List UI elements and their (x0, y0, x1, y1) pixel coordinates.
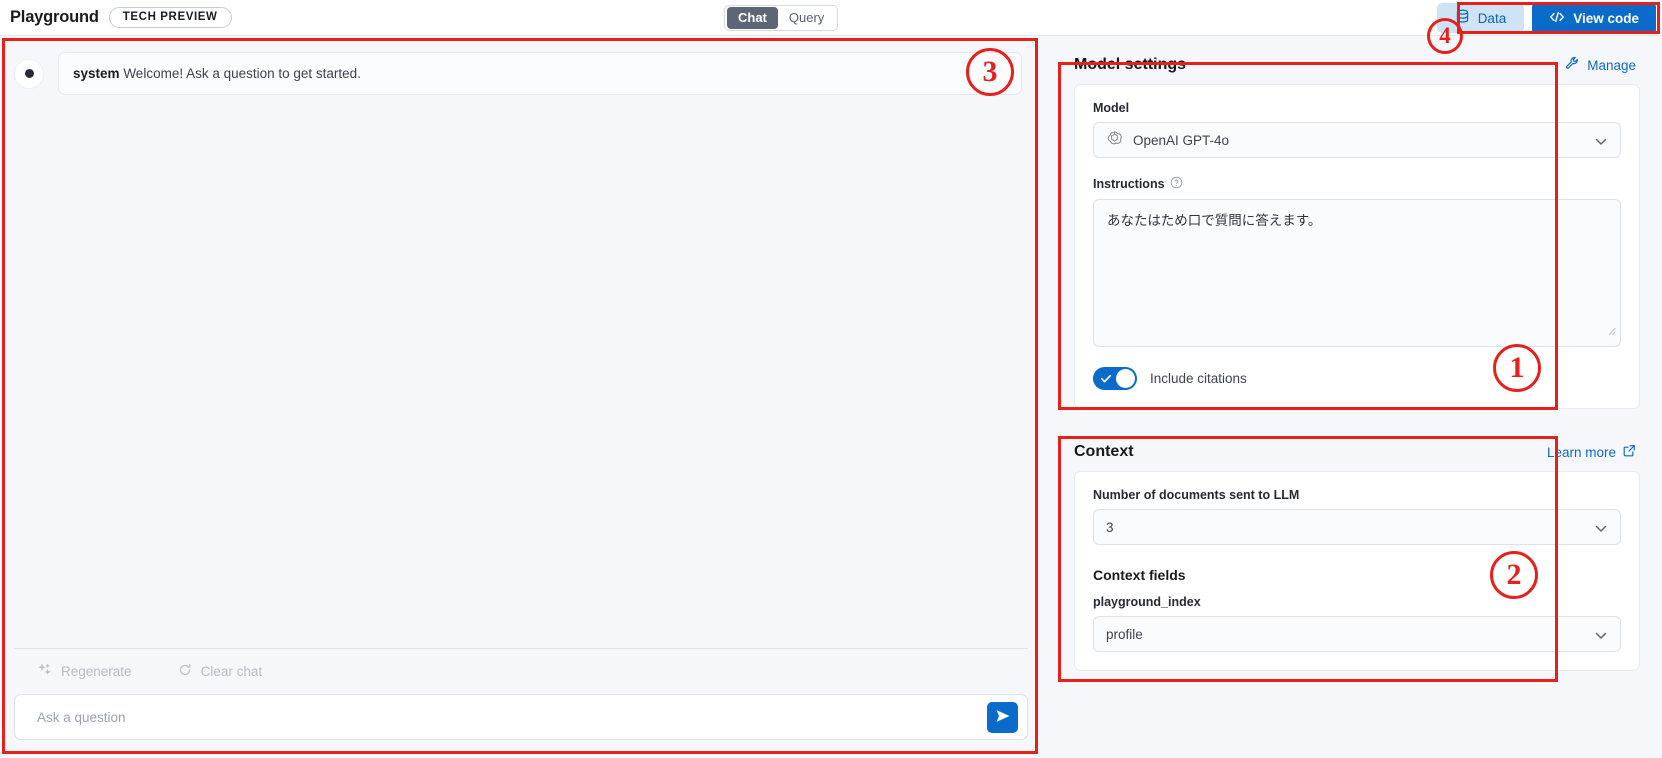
tab-query[interactable]: Query (778, 7, 835, 29)
system-dot-icon (24, 69, 34, 78)
sparkle-icon (38, 663, 52, 680)
context-card: Context Learn more Number of documents s… (1062, 433, 1650, 671)
list-item: system Welcome! Ask a question to get st… (14, 52, 1022, 95)
question-input[interactable] (15, 695, 1027, 739)
num-docs-label: Number of documents sent to LLM (1093, 488, 1621, 502)
brand-area: Playground TECH PREVIEW (0, 7, 232, 28)
instructions-value: あなたはため口で質問に答えます。 (1107, 213, 1322, 228)
playground-index-label-text: playground_index (1093, 595, 1201, 609)
view-code-button-label: View code (1573, 10, 1639, 26)
model-settings-title: Model settings (1074, 56, 1187, 73)
model-label-text: Model (1093, 101, 1130, 115)
message-list: system Welcome! Ask a question to get st… (0, 36, 1042, 648)
regenerate-label: Regenerate (61, 664, 132, 679)
manage-link[interactable]: Manage (1565, 56, 1636, 74)
tech-preview-badge: TECH PREVIEW (108, 7, 232, 28)
view-code-button[interactable]: View code (1532, 2, 1656, 34)
send-paper-plane-icon (995, 708, 1011, 727)
message-role: system (73, 66, 120, 81)
playground-index-label: playground_index (1093, 595, 1621, 609)
page-title: Playground (10, 8, 99, 26)
database-icon (1455, 9, 1470, 27)
tab-chat[interactable]: Chat (727, 7, 778, 29)
settings-sidebar: Model settings Manage Model OpenAI GPT-4… (1042, 36, 1662, 758)
learn-more-link[interactable]: Learn more (1547, 444, 1636, 460)
wrench-icon (1565, 56, 1580, 74)
chat-action-bar: Regenerate Clear chat (14, 648, 1028, 694)
resize-grip-icon[interactable] (1607, 323, 1616, 343)
model-settings-body: Model OpenAI GPT-4o Instructions あなたはため口… (1074, 84, 1640, 409)
clear-chat-button[interactable]: Clear chat (178, 663, 263, 680)
main-stage: system Welcome! Ask a question to get st… (0, 36, 1662, 758)
instructions-textarea[interactable]: あなたはため口で質問に答えます。 (1093, 199, 1621, 347)
num-docs-select[interactable]: 3 (1093, 509, 1621, 545)
playground-index-value: profile (1106, 626, 1143, 642)
chevron-down-icon (1594, 522, 1608, 538)
context-fields-title: Context fields (1093, 567, 1186, 583)
instructions-field-label: Instructions (1093, 176, 1621, 192)
model-settings-header: Model settings Manage (1062, 46, 1650, 84)
composer-area (0, 694, 1042, 758)
message-bubble: system Welcome! Ask a question to get st… (58, 52, 1022, 95)
clear-chat-label: Clear chat (200, 664, 263, 679)
top-bar-actions: Data View code (1436, 0, 1662, 36)
avatar (14, 58, 44, 89)
context-body: Number of documents sent to LLM 3 Contex… (1074, 471, 1640, 671)
refresh-icon (178, 663, 192, 680)
regenerate-button[interactable]: Regenerate (38, 663, 132, 680)
toggle-knob (1116, 369, 1135, 388)
model-settings-card: Model settings Manage Model OpenAI GPT-4… (1062, 46, 1650, 409)
top-bar: Playground TECH PREVIEW Chat Query Data (0, 0, 1662, 36)
data-button[interactable]: Data (1436, 3, 1525, 33)
model-value: OpenAI GPT-4o (1133, 132, 1230, 148)
context-title: Context (1074, 443, 1134, 460)
help-circle-icon[interactable] (1170, 176, 1183, 192)
manage-label: Manage (1587, 57, 1636, 73)
num-docs-value: 3 (1106, 519, 1114, 535)
model-select[interactable]: OpenAI GPT-4o (1093, 122, 1621, 158)
chevron-down-icon (1594, 135, 1608, 151)
learn-more-label: Learn more (1546, 444, 1616, 460)
chevron-down-icon (1594, 629, 1608, 645)
include-citations-row: Include citations (1093, 367, 1621, 390)
send-button[interactable] (987, 702, 1018, 733)
num-docs-label-text: Number of documents sent to LLM (1093, 488, 1300, 502)
instructions-label-text: Instructions (1093, 177, 1165, 191)
model-field-label: Model (1093, 101, 1621, 115)
check-icon (1100, 372, 1113, 390)
openai-logo-icon (1106, 130, 1123, 150)
external-link-icon (1623, 444, 1636, 460)
message-text: Welcome! Ask a question to get started. (123, 66, 361, 81)
include-citations-toggle[interactable] (1093, 367, 1137, 390)
mode-switch[interactable]: Chat Query (724, 5, 839, 31)
data-button-label: Data (1477, 10, 1507, 26)
playground-index-select[interactable]: profile (1093, 616, 1621, 652)
include-citations-label: Include citations (1150, 371, 1247, 386)
code-brackets-icon (1549, 10, 1565, 27)
chat-pane: system Welcome! Ask a question to get st… (0, 36, 1042, 758)
composer[interactable] (14, 694, 1028, 740)
context-header: Context Learn more (1062, 433, 1650, 471)
